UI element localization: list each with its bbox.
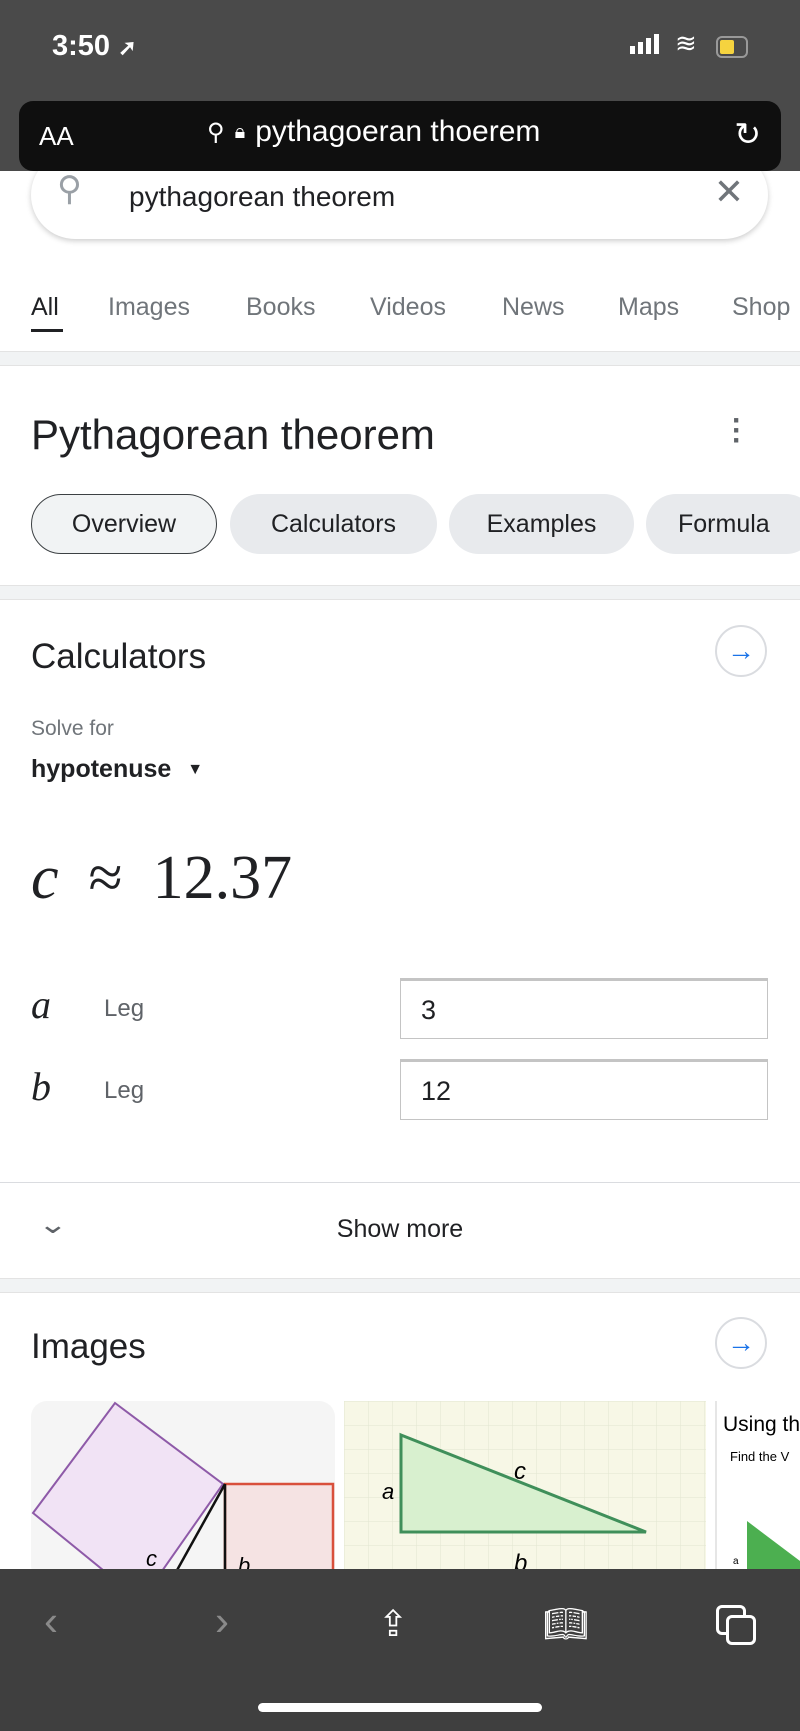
back-icon[interactable]: ‹: [44, 1597, 58, 1645]
tab-images[interactable]: Images: [108, 293, 190, 322]
location-arrow-icon: ➚: [118, 35, 137, 60]
label-b: b: [238, 1553, 250, 1569]
time-text: 3:50: [52, 30, 111, 62]
chip-examples[interactable]: Examples: [449, 494, 634, 554]
arrow-right-icon[interactable]: →: [715, 1317, 767, 1369]
show-more-button[interactable]: ⌄ Show more: [0, 1183, 800, 1277]
tabs-icon[interactable]: [716, 1605, 756, 1645]
divider: [0, 585, 800, 600]
tab-videos[interactable]: Videos: [370, 293, 446, 322]
url-text: pythagoeran thoerem: [255, 115, 541, 148]
battery-icon: [716, 36, 748, 58]
leg-label: Leg: [104, 995, 145, 1022]
search-input[interactable]: pythagorean theorem: [129, 181, 395, 213]
clear-icon[interactable]: ✕: [714, 171, 744, 213]
divider: [0, 1278, 800, 1293]
thumb3-title: Using th: [723, 1413, 800, 1436]
divider: [0, 351, 800, 366]
solve-for-value: hypotenuse: [31, 755, 172, 783]
text-size-button[interactable]: AA: [39, 121, 74, 152]
wifi-icon: ≋: [675, 28, 697, 58]
tab-shop[interactable]: Shop: [732, 293, 790, 322]
chip-calculators[interactable]: Calculators: [230, 494, 437, 554]
caret-down-icon: ▼: [187, 760, 204, 778]
search-box[interactable]: ⚲ pythagorean theorem ✕: [31, 171, 768, 239]
search-tabs: All Images Books Videos News Maps Shop: [0, 293, 800, 333]
var-a: a: [31, 982, 51, 1027]
search-icon: ⚲: [57, 171, 82, 208]
chip-formula[interactable]: Formula: [646, 494, 800, 554]
label-c: c: [146, 1546, 157, 1569]
calculators-heading: Calculators: [31, 637, 207, 676]
label-c: c: [514, 1458, 526, 1485]
share-icon[interactable]: ⇪: [378, 1603, 408, 1645]
thumb3-label: a: [733, 1556, 739, 1567]
home-indicator: [258, 1703, 542, 1712]
status-time: 3:50 ➚: [52, 30, 137, 63]
image-thumbnail-3[interactable]: Using th Find the V a: [715, 1401, 800, 1569]
images-heading: Images: [31, 1327, 146, 1366]
status-and-url-area: 3:50 ➚ ≋ AA ⚲ 🔒︎ pythagoeran thoerem ↻: [0, 0, 800, 189]
result-value: 12.37: [152, 844, 293, 912]
chip-overview[interactable]: Overview: [31, 494, 217, 554]
reload-icon[interactable]: ↻: [734, 115, 761, 153]
tab-news[interactable]: News: [502, 293, 565, 322]
tab-books[interactable]: Books: [246, 293, 315, 322]
leg-label: Leg: [104, 1077, 145, 1104]
arrow-right-icon[interactable]: →: [715, 625, 767, 677]
solve-for-label: Solve for: [31, 717, 114, 740]
approx-symbol: ≈: [88, 844, 123, 912]
bookmarks-icon[interactable]: 📖︎: [543, 1603, 589, 1645]
forward-icon[interactable]: ›: [215, 1597, 229, 1645]
result-variable: c: [31, 844, 59, 912]
signal-icon: [630, 34, 659, 54]
lock-icon: 🔒︎: [234, 120, 246, 143]
image-thumbnail-2[interactable]: a c b: [344, 1401, 706, 1569]
thumb3-subtitle: Find the V: [730, 1449, 790, 1464]
search-results-page: ⚲ pythagorean theorem ✕ All Images Books…: [0, 171, 800, 1569]
url-bar[interactable]: AA ⚲ 🔒︎ pythagoeran thoerem ↻: [19, 101, 781, 171]
page-title: Pythagorean theorem: [31, 411, 435, 458]
label-a: a: [382, 1479, 394, 1504]
input-b[interactable]: 12: [400, 1059, 768, 1120]
search-icon: ⚲: [207, 118, 225, 146]
label-b: b: [514, 1550, 527, 1569]
tab-maps[interactable]: Maps: [618, 293, 679, 322]
active-tab-underline: [31, 329, 63, 332]
show-more-label: Show more: [336, 1215, 464, 1243]
tab-all[interactable]: All: [31, 293, 59, 322]
solve-for-dropdown[interactable]: hypotenuse ▼: [31, 755, 203, 784]
more-options-icon[interactable]: · · ·: [732, 406, 742, 456]
image-thumbnail-1[interactable]: c b: [31, 1401, 335, 1569]
result: c ≈ 12.37: [31, 843, 292, 914]
input-a[interactable]: 3: [400, 978, 768, 1039]
browser-toolbar: ‹ › ⇪ 📖︎: [0, 1569, 800, 1731]
var-b: b: [31, 1064, 51, 1109]
